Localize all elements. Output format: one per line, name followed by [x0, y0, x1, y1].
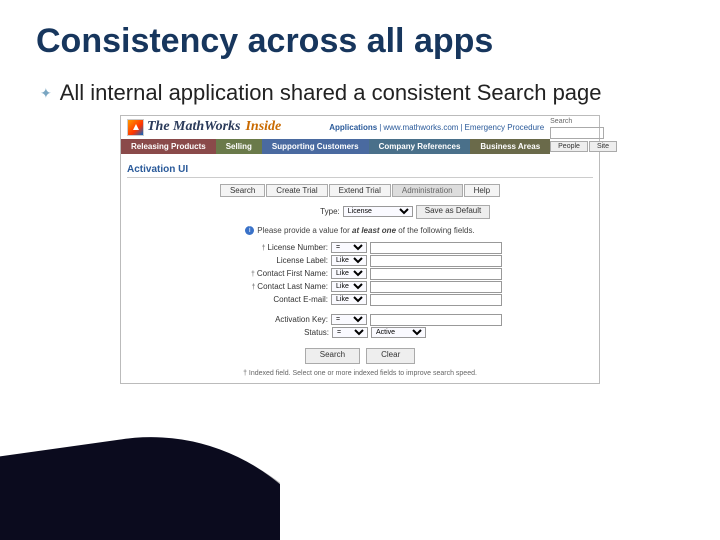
subnav-help[interactable]: Help	[464, 184, 500, 197]
brand-main: The MathWorks	[147, 119, 240, 135]
save-default-button[interactable]: Save as Default	[416, 205, 490, 219]
slide-title: Consistency across all apps	[0, 0, 720, 61]
form-hint: i Please provide a value for at least on…	[245, 226, 474, 235]
first-name-label: Contact First Name:	[218, 269, 328, 278]
search-input[interactable]	[550, 127, 604, 139]
status-label: Status:	[219, 328, 329, 337]
decorative-swoosh	[0, 400, 280, 540]
type-label: Type:	[230, 207, 340, 216]
email-input[interactable]	[370, 294, 502, 306]
search-label: Search	[550, 118, 617, 125]
bullet-text: All internal application shared a consis…	[60, 79, 602, 107]
first-name-op[interactable]: Like	[331, 268, 367, 279]
nav-selling[interactable]: Selling	[216, 139, 262, 154]
toplink-applications[interactable]: Applications	[329, 123, 377, 132]
tab-people[interactable]: People	[550, 141, 588, 152]
main-nav: Releasing Products Selling Supporting Cu…	[121, 139, 550, 154]
activation-key-label: Activation Key:	[218, 315, 328, 324]
section-title: Activation UI	[127, 158, 593, 178]
type-select[interactable]: License	[343, 206, 413, 217]
subnav-extend[interactable]: Extend Trial	[329, 184, 391, 197]
activation-key-input[interactable]	[370, 314, 502, 326]
nav-releasing[interactable]: Releasing Products	[121, 139, 216, 154]
license-label-label: License Label:	[218, 256, 328, 265]
tab-site[interactable]: Site	[589, 141, 617, 152]
subnav-search[interactable]: Search	[220, 184, 265, 197]
toplink-mathworks[interactable]: www.mathworks.com	[383, 123, 458, 132]
nav-supporting[interactable]: Supporting Customers	[262, 139, 369, 154]
license-number-label: License Number:	[218, 243, 328, 252]
license-label-input[interactable]	[370, 255, 502, 267]
clear-button[interactable]: Clear	[366, 348, 415, 364]
license-number-op[interactable]: =	[331, 242, 367, 253]
license-number-input[interactable]	[370, 242, 502, 254]
last-name-input[interactable]	[370, 281, 502, 293]
app-header: The MathWorks Inside Applications| www.m…	[121, 116, 550, 139]
last-name-op[interactable]: Like	[331, 281, 367, 292]
footnote: † Indexed field. Select one or more inde…	[127, 370, 593, 377]
bullet-item: ✦ All internal application shared a cons…	[0, 61, 720, 107]
license-label-op[interactable]: Like	[331, 255, 367, 266]
search-button[interactable]: Search	[305, 348, 360, 364]
subnav-create[interactable]: Create Trial	[266, 184, 327, 197]
subnav-admin[interactable]: Administration	[392, 184, 463, 197]
header-top-links: Applications| www.mathworks.com| Emergen…	[329, 123, 544, 132]
sub-nav: Search Create Trial Extend Trial Adminis…	[127, 184, 593, 197]
email-op[interactable]: Like	[331, 294, 367, 305]
mathworks-logo-icon	[127, 119, 144, 136]
email-label: Contact E-mail:	[218, 295, 328, 304]
first-name-input[interactable]	[370, 268, 502, 280]
status-select[interactable]: Active	[371, 327, 426, 338]
bullet-icon: ✦	[40, 85, 52, 102]
toplink-emergency[interactable]: Emergency Procedure	[465, 123, 545, 132]
nav-company[interactable]: Company References	[369, 139, 471, 154]
activation-key-op[interactable]: =	[331, 314, 367, 325]
status-op[interactable]: =	[332, 327, 368, 338]
last-name-label: Contact Last Name:	[218, 282, 328, 291]
info-icon: i	[245, 226, 254, 235]
embedded-screenshot: The MathWorks Inside Applications| www.m…	[120, 115, 600, 384]
nav-business[interactable]: Business Areas	[470, 139, 550, 154]
global-search: Search People Site	[550, 116, 621, 154]
brand-sub: Inside	[245, 119, 281, 135]
